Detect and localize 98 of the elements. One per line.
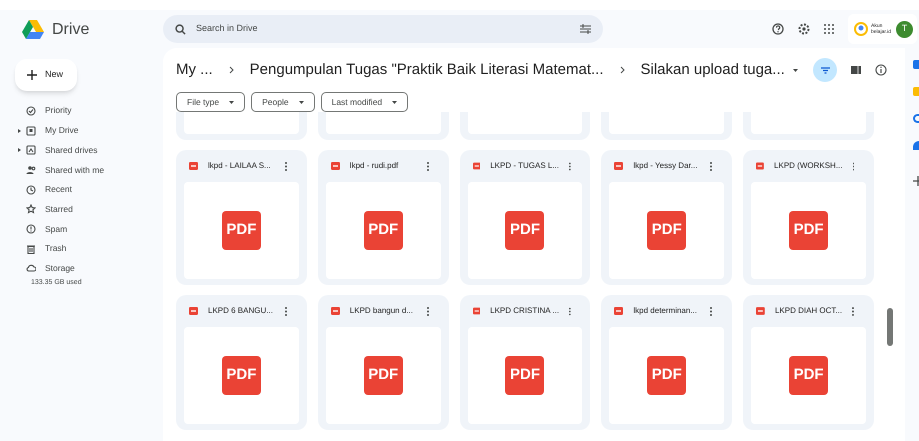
calendar-icon[interactable] (913, 60, 919, 69)
nav-item[interactable]: Priority (23, 104, 78, 118)
nav-item[interactable]: Recent (23, 183, 78, 196)
add-icon[interactable] (913, 176, 919, 186)
expand-arrow-icon[interactable] (18, 148, 20, 152)
nav-item[interactable]: Shared with me (23, 164, 110, 176)
more-options-icon[interactable] (852, 306, 854, 316)
file-name: LKPD (WORKSH... (774, 160, 842, 172)
more-options-icon[interactable] (426, 306, 429, 316)
search-field[interactable]: Search in Drive (196, 22, 570, 36)
help-icon[interactable] (772, 23, 784, 35)
file-card[interactable]: lkpd - rudi.pdf PDF (318, 150, 449, 285)
nav-item[interactable]: Trash (23, 242, 72, 256)
pdf-file-icon (472, 162, 480, 170)
pdf-thumbnail: PDF (222, 211, 261, 250)
pdf-file-icon (614, 307, 624, 315)
pdf-thumbnail: PDF (222, 356, 261, 395)
expand-arrow-icon[interactable] (18, 128, 20, 133)
apps-grid-icon[interactable] (824, 24, 834, 34)
nav-item[interactable]: Spam (23, 222, 74, 236)
file-name: lkpd - rudi.pdf (350, 160, 400, 172)
file-card[interactable]: LKPD 6 BANGU... PDF (176, 295, 307, 430)
more-options-icon[interactable] (284, 162, 287, 170)
plus-icon (27, 70, 37, 80)
details-panel-icon[interactable] (851, 66, 861, 74)
dropdown-caret-icon (392, 100, 398, 104)
nav-item[interactable]: Shared drives (23, 144, 104, 157)
file-name: lkpd - Yessy Dar... (633, 160, 698, 172)
drive-logo-icon (22, 20, 44, 40)
search-icon (175, 24, 186, 34)
nav-item[interactable]: Starred (23, 202, 79, 216)
check-circle-icon (26, 106, 36, 116)
chevron-right-icon (620, 66, 624, 74)
file-card[interactable]: LKPD DIAH OCT... PDF (743, 295, 874, 430)
file-card[interactable]: lkpd - Yessy Dar... PDF (601, 150, 732, 285)
pdf-file-icon (330, 162, 340, 170)
file-card[interactable]: LKPD CRISTINA ... PDF (460, 295, 590, 430)
spam-icon (26, 224, 36, 234)
cloud-icon (26, 263, 36, 274)
file-card[interactable]: lkpd - LAILAA S... PDF (176, 150, 307, 285)
nav-item[interactable]: My Drive (23, 124, 85, 137)
settings-icon[interactable] (798, 23, 810, 35)
file-name: LKPD CRISTINA ... (490, 305, 560, 317)
pdf-file-icon (756, 162, 764, 170)
file-card[interactable]: lkpd determinan... PDF (601, 295, 732, 430)
file-name: LKPD bangun d... (350, 305, 414, 317)
file-name: LKPD DIAH OCT... (774, 305, 842, 317)
info-icon[interactable] (875, 64, 887, 76)
dropdown-caret-icon (229, 100, 234, 104)
pdf-file-icon (330, 307, 340, 315)
people-icon (26, 164, 36, 175)
drive-icon (26, 126, 36, 136)
file-name: lkpd determinan... (633, 305, 698, 317)
pdf-thumbnail: PDF (364, 211, 403, 250)
dropdown-caret-icon (298, 100, 304, 104)
more-options-icon[interactable] (710, 306, 712, 316)
contacts-icon[interactable] (913, 141, 919, 150)
file-name: LKPD 6 BANGU... (208, 305, 274, 317)
scrollbar-thumb[interactable] (887, 308, 893, 346)
avatar[interactable]: T (896, 20, 913, 38)
pdf-thumbnail: PDF (505, 211, 544, 250)
chevron-right-icon (228, 66, 234, 74)
pdf-file-icon (614, 162, 624, 170)
pdf-thumbnail: PDF (364, 356, 403, 395)
pdf-thumbnail: PDF (505, 356, 544, 395)
breadcrumb-link[interactable]: Pengumpulan Tugas "Praktik Baik Literasi Matemat... (250, 58, 604, 82)
pdf-file-icon (189, 162, 198, 170)
pdf-thumbnail: PDF (647, 211, 686, 250)
account-logo-icon (854, 22, 868, 36)
file-card[interactable]: LKPD bangun d... PDF (318, 295, 449, 430)
more-options-icon[interactable] (710, 162, 712, 170)
tasks-icon[interactable] (913, 114, 919, 123)
file-card[interactable]: LKPD - TUGAS L... PDF (460, 150, 590, 285)
star-icon (26, 204, 36, 214)
search-bar[interactable]: Search in Drive (163, 15, 603, 43)
filter-icon (820, 66, 830, 74)
nav-item[interactable]: Storage (23, 262, 81, 275)
shared-drive-icon (26, 145, 36, 156)
app-name: Drive (52, 20, 90, 40)
clock-icon (26, 184, 36, 195)
more-options-icon[interactable] (426, 162, 429, 170)
pdf-thumbnail: PDF (647, 356, 686, 395)
file-card[interactable]: LKPD (WORKSH... PDF (743, 150, 874, 285)
more-options-icon[interactable] (284, 306, 287, 316)
pdf-thumbnail: PDF (789, 211, 828, 250)
breadcrumb-link[interactable]: My ... (176, 58, 213, 82)
dropdown-caret-icon (792, 68, 798, 72)
filter-sliders-icon[interactable] (580, 24, 591, 34)
pdf-file-icon (189, 307, 198, 315)
pdf-file-icon (472, 307, 480, 315)
trash-icon (26, 244, 36, 254)
file-name: LKPD - TUGAS L... (490, 160, 559, 172)
breadcrumb-link[interactable]: Silakan upload tuga... (640, 58, 798, 82)
new-button[interactable]: New (15, 59, 77, 91)
filter-toggle-button[interactable] (813, 58, 837, 82)
pdf-file-icon (756, 307, 765, 315)
file-name: lkpd - LAILAA S... (208, 160, 272, 172)
pdf-thumbnail: PDF (789, 356, 828, 395)
